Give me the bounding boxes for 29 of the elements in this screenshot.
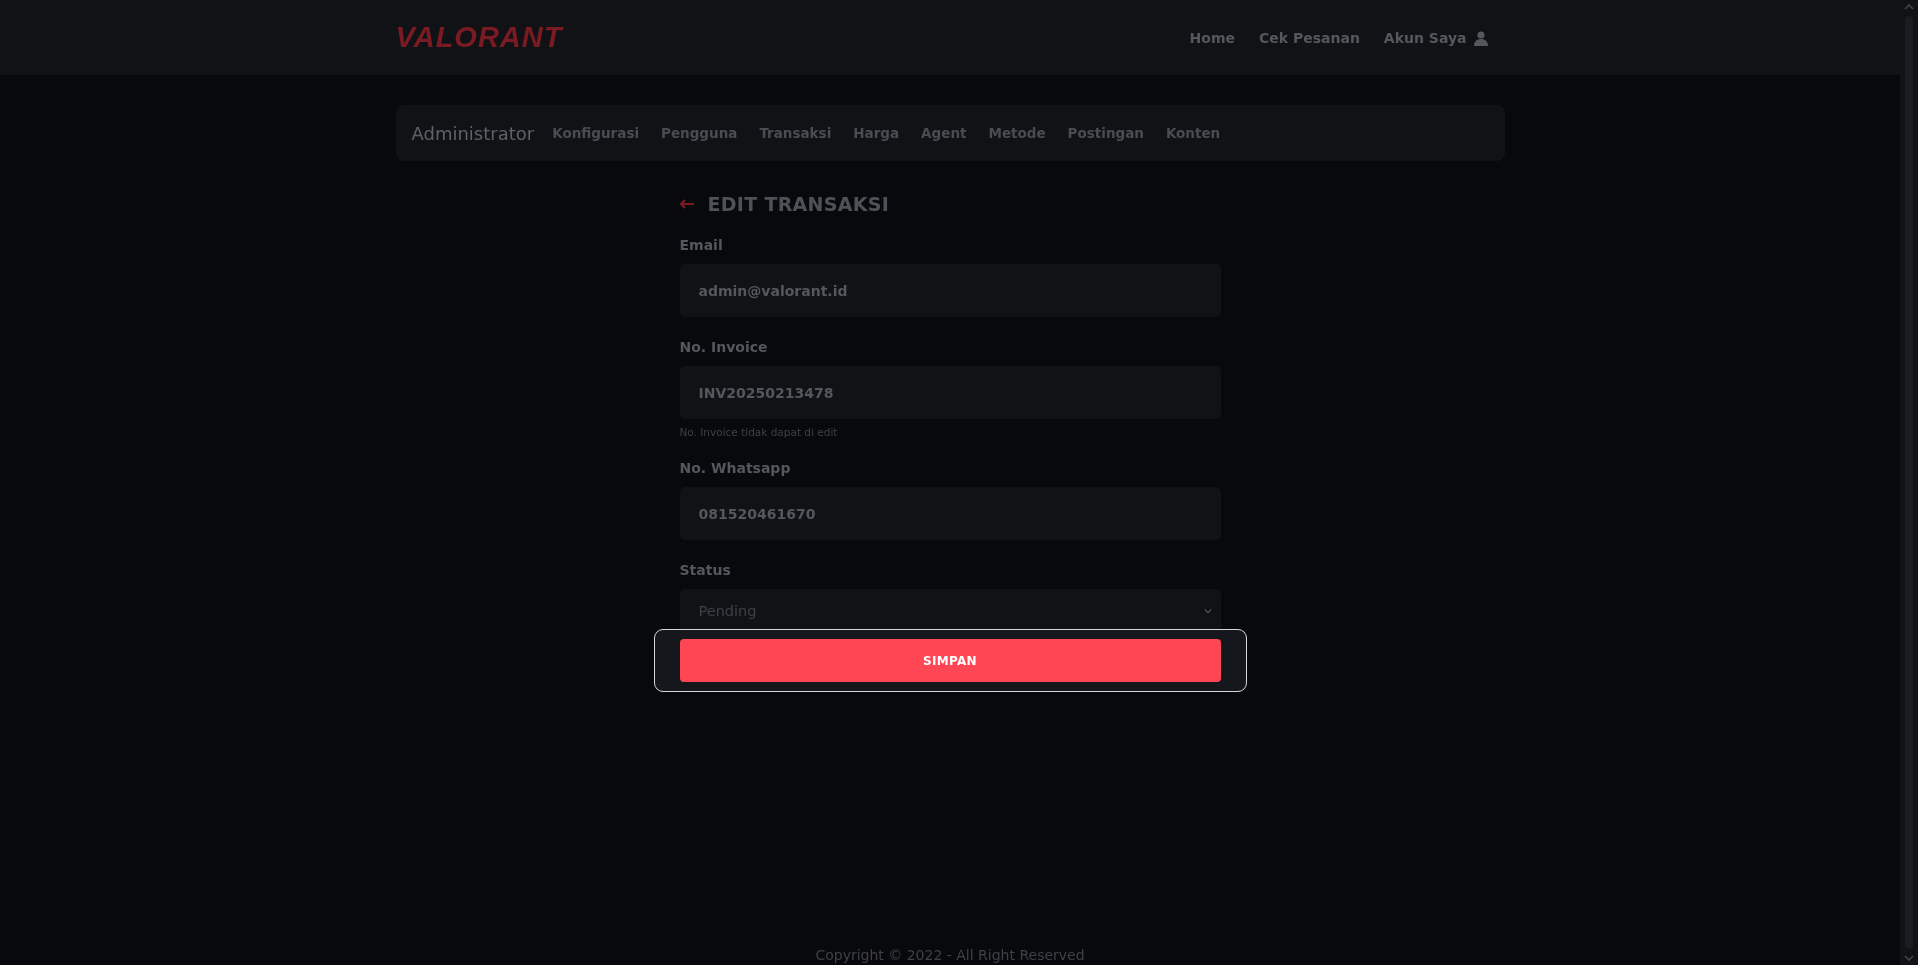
admin-menu-link[interactable]: Transaksi: [759, 125, 832, 141]
nav-link[interactable]: Home: [1189, 29, 1235, 46]
scroll-down-icon[interactable]: [1904, 955, 1914, 961]
admin-menu-link[interactable]: Metode: [988, 125, 1046, 141]
admin-menu-link[interactable]: Agent: [921, 125, 967, 141]
scrollbar[interactable]: [1900, 0, 1918, 965]
admin-title: Administrator: [411, 122, 535, 144]
admin-menu-link[interactable]: Konfigurasi: [552, 125, 640, 141]
input-field[interactable]: INV20250213478: [679, 366, 1221, 419]
form-title: EDIT TRANSAKSI: [707, 193, 890, 215]
scroll-up-icon[interactable]: [1904, 4, 1914, 10]
admin-menu-link[interactable]: Harga: [853, 125, 900, 141]
admin-menu-link[interactable]: Konten: [1165, 125, 1221, 141]
copyright-text: Copyright © 2022 - All Right Reserved: [814, 947, 1086, 965]
back-arrow-icon[interactable]: [679, 199, 694, 209]
user-icon: [1472, 29, 1489, 46]
chevron-down-icon: [1203, 608, 1212, 614]
input-field[interactable]: admin@valorant.id: [679, 264, 1221, 317]
brand-logo[interactable]: VALORANT: [395, 21, 563, 54]
admin-menu-link[interactable]: Pengguna: [661, 125, 738, 141]
nav-link[interactable]: Akun Saya: [1383, 29, 1489, 46]
nav-link[interactable]: Cek Pesanan: [1259, 29, 1360, 46]
admin-menu-link[interactable]: Postingan: [1067, 125, 1144, 141]
field-label: No. Whatsapp: [679, 460, 792, 476]
field-label: No. Invoice: [679, 339, 769, 355]
field-label: Email: [679, 237, 724, 253]
field-label: Status: [679, 562, 732, 578]
input-field[interactable]: 081520461670: [679, 487, 1221, 540]
save-button[interactable]: SIMPAN: [679, 639, 1221, 682]
